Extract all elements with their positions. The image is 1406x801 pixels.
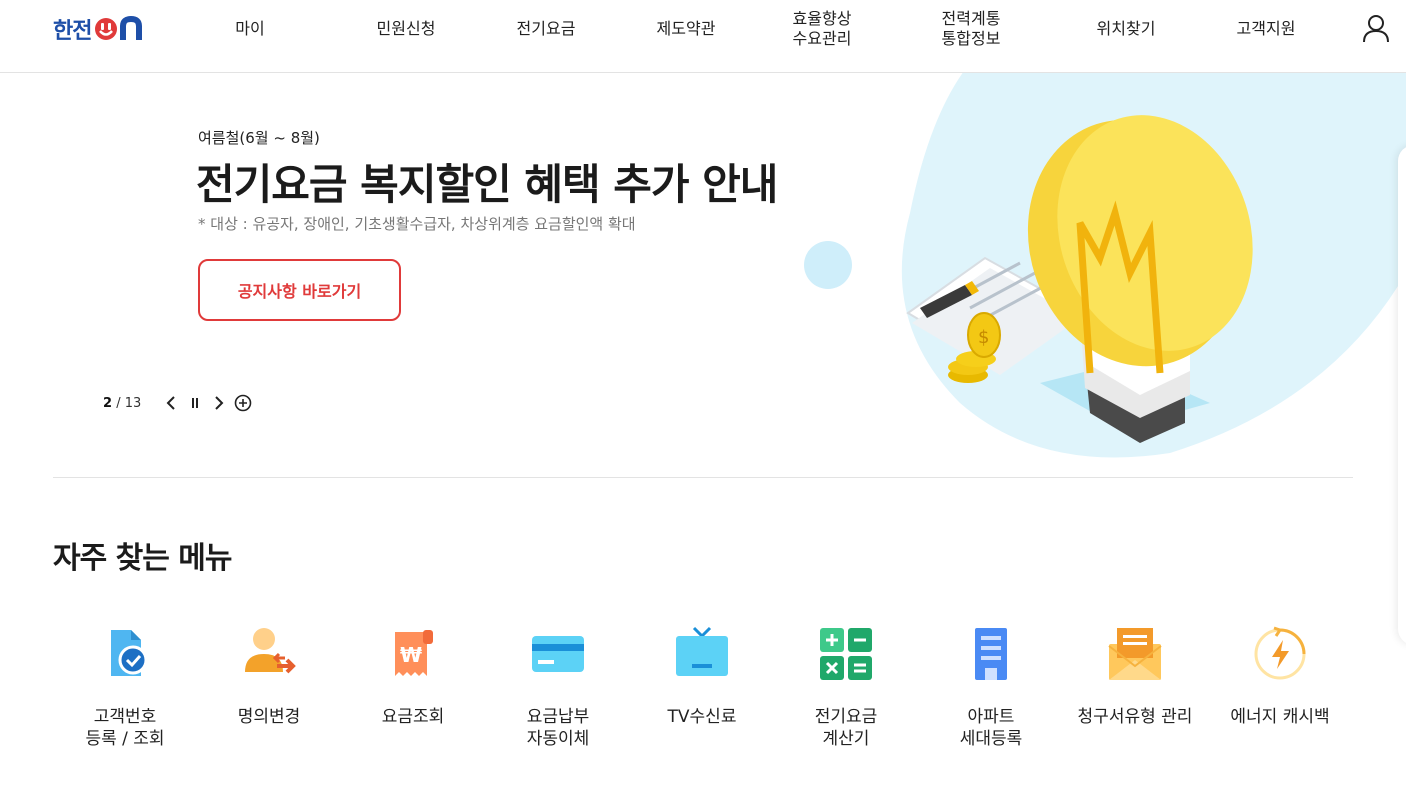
carousel-pager: 2 / 13: [103, 391, 255, 415]
menu-tv-license[interactable]: TV수신료: [630, 622, 774, 762]
menu-auto-payment[interactable]: 요금납부 자동이체: [486, 622, 630, 762]
hero-banner: 여름철(6월 ~ 8월) 전기요금 복지할인 혜택 추가 안내 * 대상 : 유…: [0, 73, 1406, 478]
menu-apartment-registration[interactable]: 아파트 세대등록: [919, 622, 1063, 762]
svg-text:₩: ₩: [400, 643, 422, 667]
menu-label: 청구서유형 관리: [1077, 707, 1193, 727]
svg-text:$: $: [978, 327, 989, 348]
menu-fee-calculator[interactable]: 전기요금 계산기: [774, 622, 918, 762]
kepco-on-logo[interactable]: 한전: [53, 14, 149, 44]
menu-fee-inquiry[interactable]: ₩ 요금조회: [341, 622, 485, 762]
user-icon[interactable]: [1360, 12, 1392, 44]
nav-label: 효율향상 수요관리: [792, 9, 852, 48]
menu-label: TV수신료: [667, 707, 737, 727]
person-transfer-icon: [245, 628, 296, 674]
next-slide-icon[interactable]: [207, 391, 231, 415]
slide-counter: 2 / 13: [103, 396, 141, 411]
menu-label: 아파트 세대등록: [959, 707, 1023, 749]
slide-separator: /: [116, 395, 121, 411]
logo-text: 한전: [53, 19, 92, 44]
menu-name-change[interactable]: 명의변경: [197, 622, 341, 762]
envelope-icon: [1108, 628, 1162, 680]
menu-customer-number[interactable]: 고객번호 등록 / 조회: [53, 622, 197, 762]
nav-customer-support[interactable]: 고객지원: [1216, 8, 1316, 50]
energy-cashback-icon: [1254, 626, 1306, 680]
nav-label: 전기요금: [516, 19, 576, 38]
menu-label: 요금납부 자동이체: [526, 707, 590, 749]
prev-slide-icon[interactable]: [159, 391, 183, 415]
nav-location[interactable]: 위치찾기: [1076, 8, 1176, 50]
menu-energy-cashback[interactable]: 에너지 캐시백: [1208, 622, 1352, 762]
nav-terms[interactable]: 제도약관: [636, 8, 736, 50]
credit-card-icon: [532, 636, 584, 672]
nav-label: 전력계통 통합정보: [941, 9, 1001, 48]
frequent-menu-title: 자주 찾는 메뉴: [53, 541, 232, 576]
hero-eyebrow: 여름철(6월 ~ 8월): [198, 129, 320, 147]
pause-icon[interactable]: [183, 391, 207, 415]
calculator-icon: [820, 628, 872, 680]
tv-icon: [676, 626, 728, 676]
nav-electricity-fee[interactable]: 전기요금: [496, 8, 596, 50]
nav-my[interactable]: 마이: [210, 8, 290, 50]
nav-grid-info[interactable]: 전력계통 통합정보: [921, 8, 1021, 50]
menu-label: 전기요금 계산기: [814, 707, 878, 749]
document-check-icon: [111, 630, 148, 676]
logo-on-mark: [93, 16, 149, 42]
nav-label: 위치찾기: [1096, 19, 1156, 38]
nav-efficiency-demand[interactable]: 효율향상 수요관리: [772, 8, 872, 50]
site-header: 한전 마이 민원신청 전기요금 제도약관 효율향상 수요관리 전력계통 통합정보…: [0, 0, 1406, 73]
nav-label: 제도약관: [656, 19, 716, 38]
menu-label: 요금조회: [381, 707, 445, 727]
section-divider: [53, 477, 1353, 478]
hero-subtitle: * 대상 : 유공자, 장애인, 기초생활수급자, 차상위계층 요금할인액 확대: [198, 215, 636, 233]
menu-label: 고객번호 등록 / 조회: [85, 707, 165, 749]
won-receipt-icon: ₩: [395, 630, 433, 676]
nav-label: 마이: [235, 19, 265, 38]
slide-total: 13: [124, 395, 142, 411]
nav-label: 민원신청: [376, 19, 436, 38]
apartment-icon: [975, 628, 1007, 680]
menu-label: 명의변경: [237, 707, 301, 727]
side-panel-edge: [1398, 145, 1406, 645]
view-all-plus-icon[interactable]: [231, 391, 255, 415]
menu-label: 에너지 캐시백: [1230, 707, 1330, 727]
nav-civil-application[interactable]: 민원신청: [356, 8, 456, 50]
menu-bill-type[interactable]: 청구서유형 관리: [1063, 622, 1207, 762]
hero-title: 전기요금 복지할인 혜택 추가 안내: [196, 160, 778, 209]
nav-label: 고객지원: [1236, 19, 1296, 38]
lightbulb-illustration: $: [804, 73, 1406, 458]
slide-current: 2: [103, 395, 113, 411]
notice-shortcut-button[interactable]: 공지사항 바로가기: [198, 259, 401, 321]
